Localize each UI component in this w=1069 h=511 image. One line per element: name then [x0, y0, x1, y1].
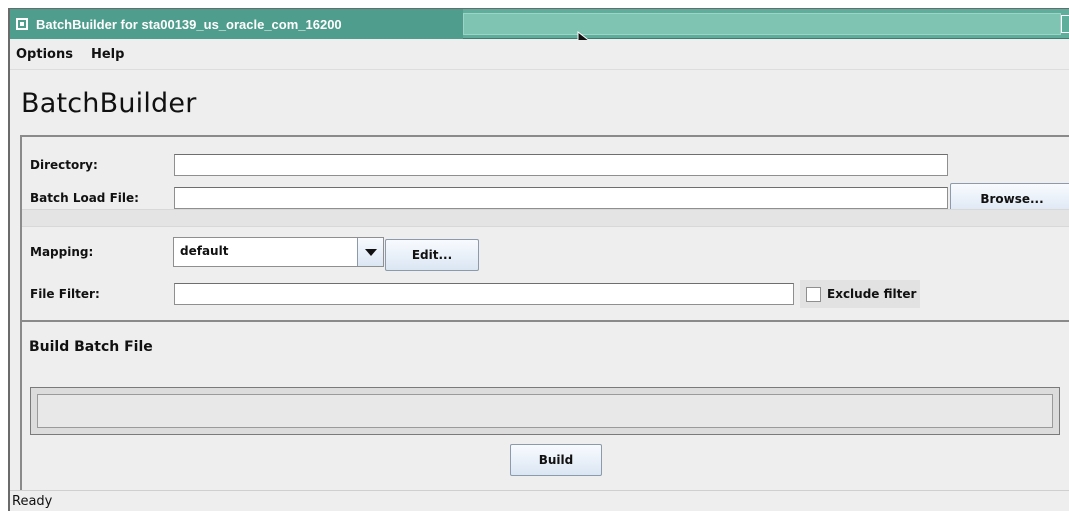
batch-load-file-label: Batch Load File:: [30, 191, 139, 205]
build-section-title: Build Batch File: [29, 339, 153, 355]
mapping-label: Mapping:: [30, 245, 94, 259]
build-output-area: [30, 387, 1060, 435]
maximize-icon[interactable]: [1061, 15, 1069, 33]
chevron-down-icon[interactable]: [357, 238, 383, 266]
edit-mapping-button[interactable]: Edit...: [385, 239, 479, 271]
status-text: Ready: [12, 494, 53, 509]
menu-options[interactable]: Options: [14, 45, 75, 64]
mapping-select[interactable]: default: [173, 237, 384, 267]
page-title: BatchBuilder: [21, 88, 197, 119]
separator-band: [22, 209, 1069, 227]
build-button[interactable]: Build: [510, 444, 602, 476]
title-area: BatchBuilder for sta00139_us_oracle_com_…: [10, 9, 463, 39]
directory-input[interactable]: [174, 154, 948, 176]
directory-label: Directory:: [30, 158, 98, 172]
exclude-filter-checkbox[interactable]: [806, 286, 821, 302]
batch-load-file-input[interactable]: [174, 187, 948, 209]
window-menu-icon[interactable]: [16, 18, 28, 30]
build-output-field: [37, 394, 1053, 428]
menu-bar: Options Help: [10, 40, 1069, 70]
exclude-filter-option[interactable]: Exclude filter: [800, 280, 921, 308]
exclude-filter-label: Exclude filter: [827, 287, 917, 301]
file-filter-input[interactable]: [174, 283, 794, 305]
menu-help[interactable]: Help: [89, 45, 126, 64]
file-filter-label: File Filter:: [30, 287, 100, 301]
settings-panel: Directory: Batch Load File: Browse... Ma…: [20, 135, 1069, 320]
mapping-selected-value: default: [180, 244, 229, 258]
title-bar[interactable]: BatchBuilder for sta00139_us_oracle_com_…: [10, 9, 1069, 39]
window-title: BatchBuilder for sta00139_us_oracle_com_…: [36, 16, 342, 32]
status-bar: Ready: [10, 490, 1069, 511]
build-panel: Build Batch File Build: [20, 320, 1069, 490]
app-window: BatchBuilder for sta00139_us_oracle_com_…: [8, 8, 1069, 511]
title-bar-fill: [463, 13, 1061, 35]
